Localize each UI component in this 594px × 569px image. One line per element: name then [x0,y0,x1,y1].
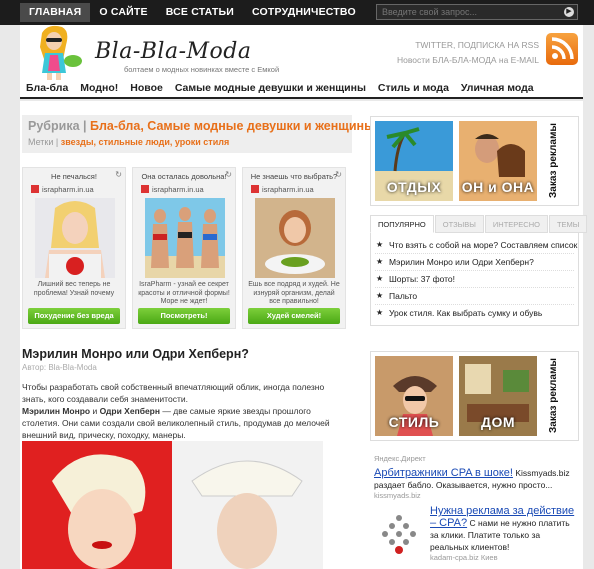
rubric-heading: Рубрика | Бла-бла, Самые модные девушки … [28,119,375,133]
cat-fashionable-women[interactable]: Самые модные девушки и женщины [169,80,372,97]
cat-bla-bla[interactable]: Бла-бла [20,80,74,97]
top-bar: ГЛАВНАЯ О САЙТЕ ВСЕ СТАТЬИ СОТРУДНИЧЕСТВ… [0,0,594,25]
source-icon [141,185,149,193]
article-author: Автор: Bla-Bla-Moda [22,363,97,372]
tab-row: ПОПУЛЯРНО ОТЗЫВЫ ИНТЕРЕСНО ТЕМЫ [370,215,588,233]
cat-modno[interactable]: Модно! [74,80,124,97]
topnav-about[interactable]: О САЙТЕ [90,3,156,22]
header-email-link[interactable]: Новости БЛА-БЛА-МОДА на E-MAIL [397,55,539,65]
yandex-ad-url[interactable]: kadam-cpa.biz Киев [430,553,579,562]
rubric-tags: Метки | звезды, стильные люди, уроки сти… [28,137,229,147]
banner-tile-rest[interactable]: ОТДЫХ [375,121,453,201]
rubric-box: Рубрика | Бла-бла, Самые модные девушки … [22,115,375,153]
banner-tile-home[interactable]: ДОМ [459,356,537,436]
ad-text: Лишний вес теперь не проблема! Узнай поч… [33,281,115,297]
yandex-ad-1[interactable]: Арбитражники CPA в шоке! Kissmyads.biz р… [374,467,579,500]
cat-new[interactable]: Новое [124,80,169,97]
yandex-ad-2[interactable]: Нужна реклама за действие – CPA? С нами … [374,505,579,562]
tags-list[interactable]: звезды, стильные люди, уроки стиля [61,137,229,147]
ad-card-1[interactable]: Не печалься! ↻ israpharm.in.ua Лишний ве… [22,167,126,329]
ad-title: Она осталась довольна! [141,172,227,181]
search-go-icon[interactable]: ▶ [564,7,574,17]
order-ad-label[interactable]: Заказ рекламы [548,123,570,199]
ad-image-woman-plate[interactable] [255,198,335,278]
rss-icon[interactable] [546,33,578,65]
tab-topics[interactable]: ТЕМЫ [548,215,588,233]
refresh-icon[interactable]: ↻ [115,170,122,179]
ad-text: Ешь все подряд и худей. Не изнуряй орган… [248,281,340,305]
article-image-monroe-hepburn[interactable] [22,441,323,569]
tab-interesting[interactable]: ИНТЕРЕСНО [484,215,548,233]
site-header: Bla-Bla-Moda болтаем о модных новинках в… [20,25,583,81]
yandex-ad-headline[interactable]: Арбитражники CPA в шоке! [374,467,513,479]
topnav-cooperation[interactable]: СОТРУДНИЧЕСТВО [243,3,365,22]
header-social-links[interactable]: TWITTER, ПОДПИСКА НА RSS [415,40,539,50]
category-navigation: Бла-бла Модно! Новое Самые модные девушк… [20,80,583,99]
site-tagline: болтаем о модных новинках вместе с Емкой [124,65,280,74]
banner-caption: СТИЛЬ [388,414,440,430]
ad-source: israpharm.in.ua [141,185,204,194]
ad-button[interactable]: Посмотреть! [138,308,230,324]
order-ad-label[interactable]: Заказ рекламы [548,358,570,434]
ad-button[interactable]: Похудение без вреда [28,308,120,324]
article-title[interactable]: Мэрилин Монро или Одри Хепберн? [22,347,249,361]
top-navigation: ГЛАВНАЯ О САЙТЕ ВСЕ СТАТЬИ СОТРУДНИЧЕСТВ… [20,3,365,22]
ad-card-2[interactable]: Она осталась довольна! ↻ israpharm.in.ua… [132,167,236,329]
list-item[interactable]: Пальто [375,288,574,305]
banner-caption: ОН и ОНА [461,179,535,195]
ad-title: Не печалься! [51,172,97,181]
rubric-prefix: Рубрика | [28,119,90,133]
list-item[interactable]: Что взять с собой на море? Составляем сп… [375,237,577,254]
article-paragraph-2: Мэрилин Монро и Одри Хепберн — две самые… [22,406,330,440]
cat-street-fashion[interactable]: Уличная мода [455,80,540,97]
side-banner-1[interactable]: ОТДЫХ ОН и ОНА Заказ рекламы [370,116,579,206]
banner-tile-style[interactable]: СТИЛЬ [375,356,453,436]
banner-caption: ОТДЫХ [386,179,442,195]
mascot-girl-icon [40,25,82,81]
cat-style-fashion[interactable]: Стиль и мода [372,80,455,97]
ad-image-three-women[interactable] [145,198,225,278]
source-icon [31,185,39,193]
list-item[interactable]: Урок стиля. Как выбрать сумку и обувь [375,305,574,321]
ad-image-blonde-apple[interactable] [35,198,115,278]
tab-reviews[interactable]: ОТЗЫВЫ [434,215,484,233]
popular-list: Что взять с собой на море? Составляем сп… [370,233,579,326]
list-item[interactable]: Мэрилин Монро или Одри Хепберн? [375,254,574,271]
yandex-ad-url[interactable]: kissmyads.biz [374,491,579,500]
content-area: Рубрика | Бла-бла, Самые модные девушки … [20,101,588,569]
ad-title: Не знаешь что выбрать? [250,172,338,181]
site-logo[interactable]: Bla-Bla-Moda [95,39,251,64]
refresh-icon[interactable]: ↻ [225,170,232,179]
refresh-icon[interactable]: ↻ [335,170,342,179]
yandex-direct-label[interactable]: Яндекс.Директ [374,454,426,463]
topnav-all-articles[interactable]: ВСЕ СТАТЬИ [157,3,243,22]
rubric-title[interactable]: Бла-бла, Самые модные девушки и женщины [90,119,375,133]
article-paragraph-1: Чтобы разработать свой собственный впеча… [22,382,325,404]
ad-source: israpharm.in.ua [251,185,314,194]
tags-prefix: Метки | [28,137,61,147]
source-icon [251,185,259,193]
sidebar-tabs: ПОПУЛЯРНО ОТЗЫВЫ ИНТЕРЕСНО ТЕМЫ Что взят… [370,215,588,326]
ad-button[interactable]: Худей смелей! [248,308,340,324]
banner-tile-couple[interactable]: ОН и ОНА [459,121,537,201]
search-input[interactable] [377,5,557,19]
banner-caption: ДОМ [480,414,516,430]
tab-popular[interactable]: ПОПУЛЯРНО [370,215,434,233]
side-banner-2[interactable]: СТИЛЬ ДОМ Заказ рекламы [370,351,579,441]
topnav-home[interactable]: ГЛАВНАЯ [20,3,91,22]
ad-card-3[interactable]: Не знаешь что выбрать? ↻ israpharm.in.ua… [242,167,346,329]
list-item[interactable]: Шорты: 37 фото! [375,271,574,288]
ad-source: israpharm.in.ua [31,185,94,194]
ad-text: IsraPharm - узнай ее секрет красоты и от… [138,281,230,305]
search-box: ▶ [376,4,578,20]
